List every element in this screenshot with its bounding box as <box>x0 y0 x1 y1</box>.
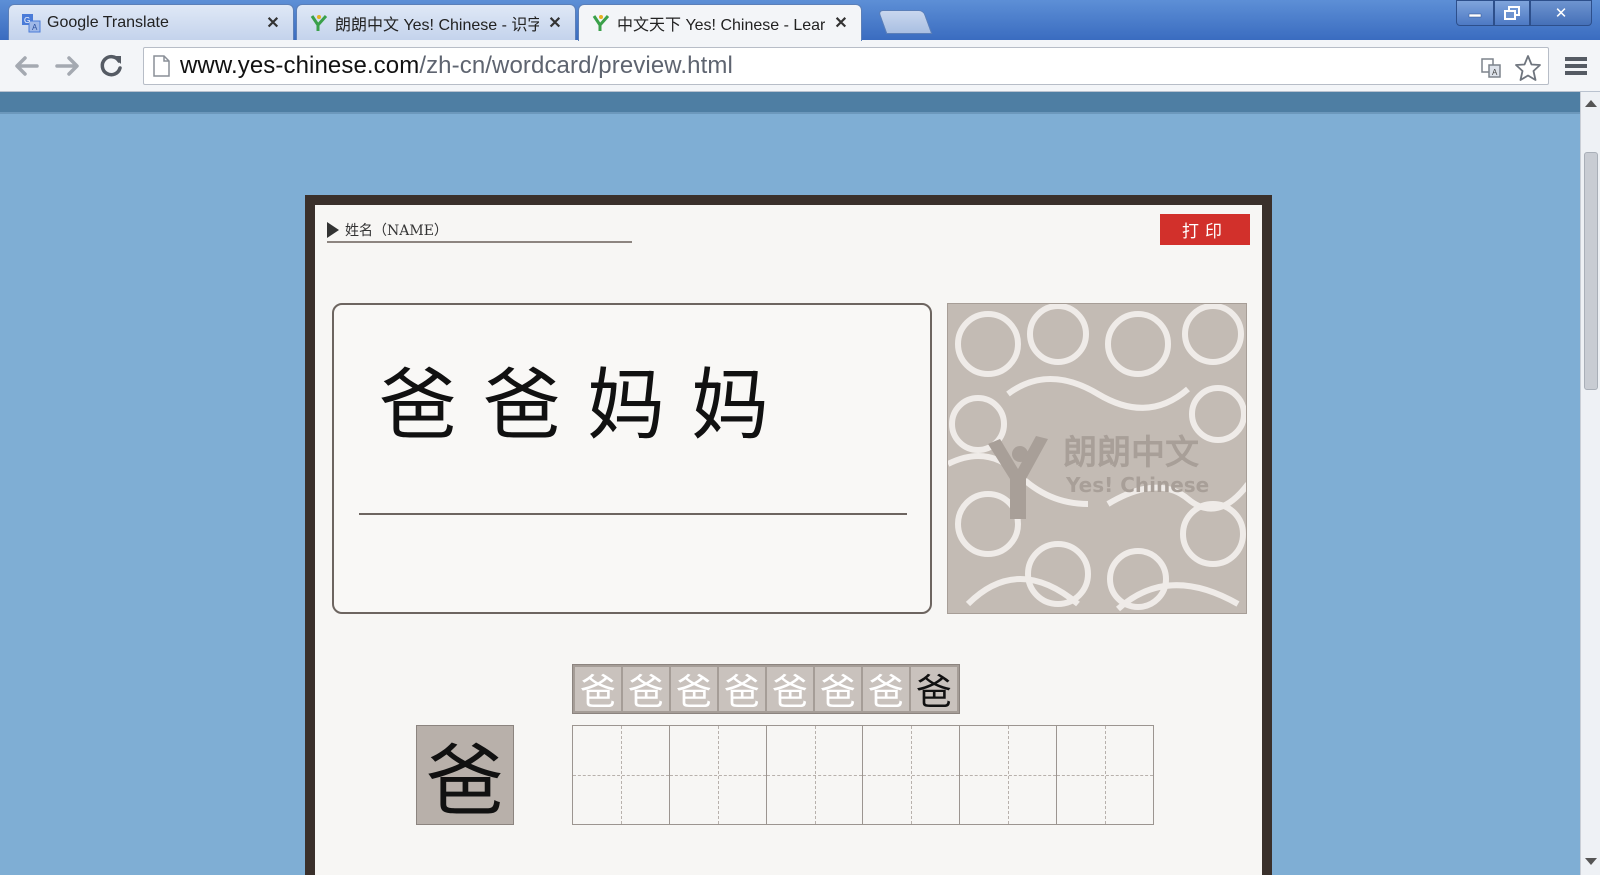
tab-yes-chinese-2[interactable]: 中文天下 Yes! Chinese - Lear ✕ <box>578 4 862 41</box>
svg-text:A: A <box>32 23 38 32</box>
forward-arrow-icon <box>55 56 79 76</box>
url-domain: www.yes-chinese.com <box>180 52 420 79</box>
svg-text:G: G <box>24 16 30 25</box>
reload-button[interactable] <box>96 50 128 82</box>
yes-chinese-icon <box>591 13 611 33</box>
logo-en-text: Yes! Chinese <box>1065 473 1209 497</box>
url-text: www.yes-chinese.com/zh-cn/wordcard/previ… <box>180 52 733 80</box>
yes-chinese-icon <box>309 13 329 33</box>
restore-button[interactable] <box>1494 0 1530 26</box>
close-tab-icon[interactable]: ✕ <box>833 13 849 33</box>
tab-title: Google Translate <box>47 13 169 31</box>
stroke-step-final: 爸 <box>911 667 957 713</box>
back-button[interactable] <box>10 50 42 82</box>
name-field[interactable]: 姓名（NAME） <box>327 219 632 243</box>
browser-toolbar: www.yes-chinese.com/zh-cn/wordcard/previ… <box>0 40 1600 92</box>
google-translate-icon: GA <box>21 13 41 33</box>
minimize-button[interactable] <box>1456 0 1494 26</box>
url-path: /zh-cn/wordcard/preview.html <box>419 52 733 79</box>
chrome-menu-button[interactable] <box>1562 52 1590 80</box>
word-card-frame: 姓名（NAME） 打印 爸爸妈妈 朗朗中文 Yes! Chinese 爸 爸 爸… <box>305 195 1272 875</box>
close-tab-icon[interactable]: ✕ <box>547 13 563 33</box>
tab-yes-chinese-1[interactable]: 朗朗中文 Yes! Chinese - 识字 ✕ <box>296 4 576 40</box>
scroll-up-arrow-icon[interactable] <box>1585 100 1597 107</box>
close-tab-icon[interactable]: ✕ <box>265 13 281 33</box>
papercut-pattern: 朗朗中文 Yes! Chinese <box>948 304 1246 613</box>
vertical-scrollbar[interactable] <box>1580 92 1600 875</box>
practice-grid <box>572 725 1154 825</box>
scroll-down-arrow-icon[interactable] <box>1585 858 1597 865</box>
word-card: 姓名（NAME） 打印 爸爸妈妈 朗朗中文 Yes! Chinese 爸 爸 爸… <box>315 205 1262 875</box>
print-button[interactable]: 打印 <box>1160 214 1250 245</box>
practice-cell <box>960 726 1058 824</box>
close-window-button[interactable]: ✕ <box>1530 0 1592 26</box>
stroke-step: 爸 <box>719 667 765 713</box>
practice-cell <box>863 726 961 824</box>
practice-cell <box>669 726 767 824</box>
close-icon: ✕ <box>1554 4 1568 22</box>
writing-line <box>359 513 907 515</box>
tab-title: 朗朗中文 Yes! Chinese - 识字 <box>335 16 539 34</box>
name-label: 姓名（NAME） <box>345 223 448 239</box>
logo-cn-text: 朗朗中文 <box>1063 433 1199 473</box>
page-viewport: 姓名（NAME） 打印 爸爸妈妈 朗朗中文 Yes! Chinese 爸 爸 爸… <box>0 92 1580 875</box>
browser-titlebar: GA Google Translate ✕ 朗朗中文 Yes! Chinese … <box>0 0 1600 41</box>
stroke-step: 爸 <box>863 667 909 713</box>
minimize-icon <box>1468 13 1482 18</box>
yes-chinese-logo-tile: 朗朗中文 Yes! Chinese <box>947 303 1247 614</box>
triangle-bullet-icon <box>327 222 339 238</box>
site-header-strip <box>0 92 1580 114</box>
word-box: 爸爸妈妈 <box>332 303 932 614</box>
reload-icon <box>100 54 122 77</box>
practice-cell <box>766 726 864 824</box>
sample-character: 爸 <box>416 725 514 827</box>
stroke-step: 爸 <box>815 667 861 713</box>
address-bar[interactable]: www.yes-chinese.com/zh-cn/wordcard/previ… <box>143 47 1549 85</box>
page-icon <box>153 55 170 77</box>
new-tab-button[interactable] <box>877 10 933 34</box>
stroke-step: 爸 <box>575 667 621 713</box>
translate-page-icon[interactable]: A <box>1480 57 1502 79</box>
stroke-step: 爸 <box>767 667 813 713</box>
scroll-thumb[interactable] <box>1584 152 1598 390</box>
restore-icon <box>1504 6 1520 20</box>
stroke-step: 爸 <box>671 667 717 713</box>
stroke-order-strip: 爸 爸 爸 爸 爸 爸 爸 爸 <box>572 664 960 714</box>
tab-google-translate[interactable]: GA Google Translate ✕ <box>8 4 294 40</box>
practice-cell <box>573 726 670 824</box>
svg-text:A: A <box>1492 68 1498 77</box>
bookmark-star-icon[interactable] <box>1514 54 1542 82</box>
tab-title: 中文天下 Yes! Chinese - Lear <box>617 17 825 34</box>
practice-cell <box>1057 726 1153 824</box>
hamburger-menu-icon <box>1565 57 1587 75</box>
forward-button[interactable] <box>52 50 84 82</box>
back-arrow-icon <box>15 56 39 76</box>
stroke-step: 爸 <box>623 667 669 713</box>
word-text: 爸爸妈妈 <box>379 361 796 451</box>
